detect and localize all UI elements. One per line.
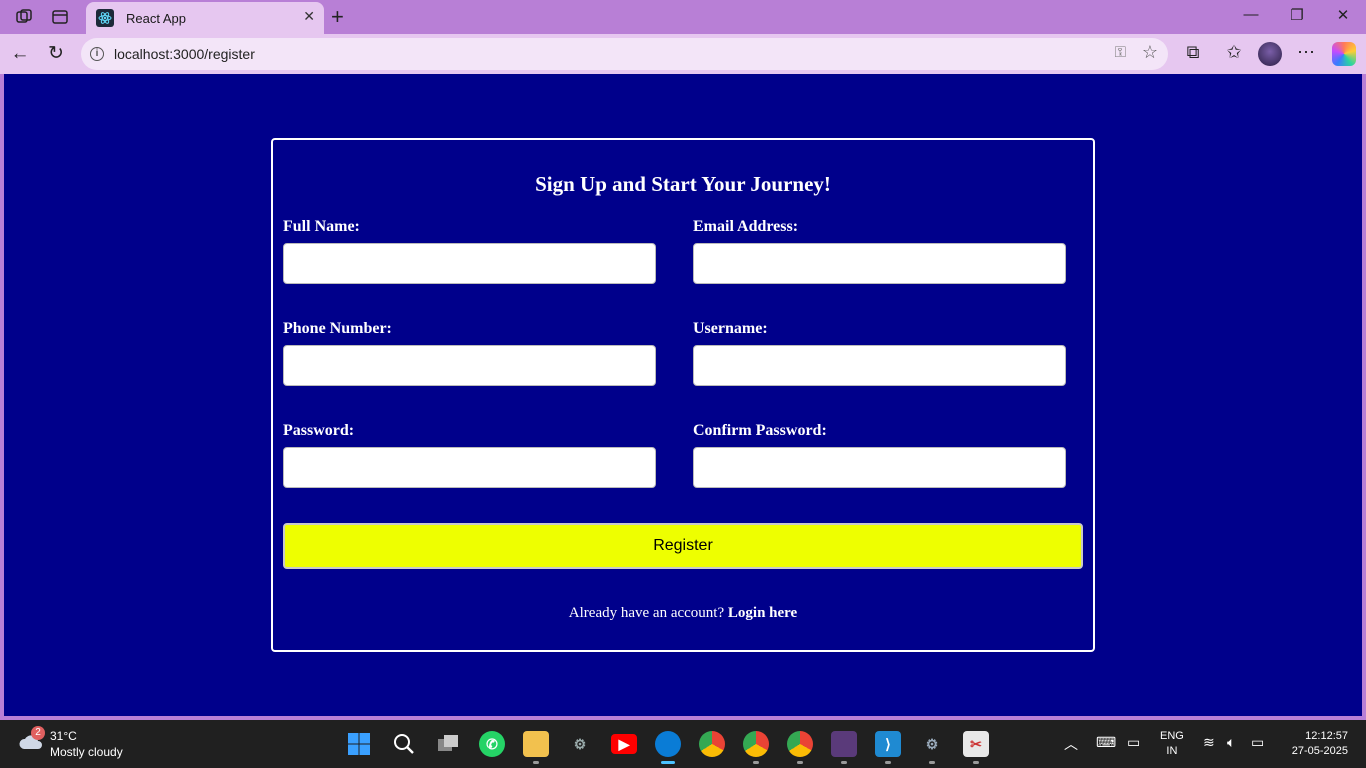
weather-badge: 2 bbox=[31, 726, 45, 740]
confirm-password-input[interactable] bbox=[693, 447, 1066, 488]
wifi-icon[interactable]: ≋ bbox=[1203, 734, 1215, 751]
site-info-icon[interactable]: i bbox=[90, 47, 104, 61]
url-text[interactable]: localhost:3000/register bbox=[114, 46, 255, 62]
settings-app-icon[interactable]: ⚙ bbox=[919, 731, 945, 764]
windows-taskbar: 2 31°C Mostly cloudy ✆ ⚙ ▶ ⟩ ⚙ ✂ ︿ ⌨ ▭ E… bbox=[0, 720, 1366, 768]
youtube-icon[interactable]: ▶ bbox=[611, 734, 637, 754]
whatsapp-icon[interactable]: ✆ bbox=[479, 731, 505, 757]
volume-icon[interactable]: 🔈︎ bbox=[1227, 734, 1235, 751]
page-viewport: Sign Up and Start Your Journey! Full Nam… bbox=[4, 74, 1362, 716]
username-label: Username: bbox=[693, 320, 768, 337]
favorite-star-icon[interactable]: ☆ bbox=[1142, 42, 1158, 63]
temperature[interactable]: 31°C bbox=[50, 729, 77, 743]
confirm-password-label: Confirm Password: bbox=[693, 422, 827, 439]
password-input[interactable] bbox=[283, 447, 656, 488]
profile-avatar[interactable] bbox=[1258, 42, 1282, 66]
language-indicator[interactable]: ENG IN bbox=[1160, 729, 1184, 759]
edge-browser-icon[interactable] bbox=[655, 731, 681, 764]
search-icon[interactable] bbox=[391, 731, 417, 757]
browser-titlebar: React App ✕ + — ❐ ✕ bbox=[0, 0, 1366, 34]
snipping-tool-icon[interactable]: ✂ bbox=[963, 731, 989, 764]
system-clock[interactable]: 12:12:57 27-05-2025 bbox=[1282, 729, 1348, 759]
time: 12:12:57 bbox=[1305, 730, 1348, 742]
browser-toolbar: ← ↻ i localhost:3000/register ⚿ ☆ ⧉ ✩ ⋯ bbox=[0, 34, 1366, 74]
back-icon[interactable]: ← bbox=[8, 42, 32, 66]
phone-label: Phone Number: bbox=[283, 320, 392, 337]
react-favicon-icon bbox=[96, 9, 114, 27]
email-label: Email Address: bbox=[693, 218, 799, 235]
full-name-input[interactable] bbox=[283, 243, 656, 284]
phone-input[interactable] bbox=[283, 345, 656, 386]
address-bar[interactable]: i localhost:3000/register ⚿ ☆ bbox=[81, 38, 1168, 70]
battery-icon[interactable]: ▭ bbox=[1251, 734, 1264, 751]
new-tab-icon[interactable]: + bbox=[331, 4, 344, 30]
keyboard-icon[interactable]: ⌨ bbox=[1096, 734, 1116, 751]
chrome-profile-2-icon[interactable] bbox=[787, 731, 813, 764]
more-options-icon[interactable]: ⋯ bbox=[1294, 42, 1318, 63]
show-hidden-icons-icon[interactable]: ︿ bbox=[1064, 734, 1078, 754]
task-view-icon[interactable] bbox=[435, 731, 461, 757]
vscode-icon[interactable]: ⟩ bbox=[875, 731, 901, 764]
settings-gear-icon[interactable]: ⚙ bbox=[567, 731, 593, 757]
refresh-icon[interactable]: ↻ bbox=[44, 42, 68, 66]
minimize-icon[interactable]: — bbox=[1241, 6, 1261, 23]
tab-title: React App bbox=[126, 10, 186, 26]
form-heading: Sign Up and Start Your Journey! bbox=[535, 172, 831, 196]
start-menu-icon[interactable] bbox=[346, 731, 372, 757]
game-app-icon[interactable] bbox=[831, 731, 857, 764]
region-code: IN bbox=[1166, 745, 1178, 757]
chrome-icon[interactable] bbox=[699, 731, 725, 757]
restore-icon[interactable]: ❐ bbox=[1287, 6, 1307, 24]
register-form: Sign Up and Start Your Journey! Full Nam… bbox=[271, 138, 1095, 652]
file-explorer-icon[interactable] bbox=[523, 731, 549, 764]
close-tab-icon[interactable]: ✕ bbox=[303, 8, 315, 25]
tab-react-app[interactable]: React App ✕ bbox=[86, 2, 324, 34]
login-prompt-text: Already have an account? bbox=[568, 605, 725, 621]
password-key-icon[interactable]: ⚿ bbox=[1115, 44, 1126, 61]
login-prompt: Already have an account? Login here bbox=[273, 605, 1093, 622]
favorites-icon[interactable]: ✩ bbox=[1222, 42, 1246, 63]
login-link[interactable]: Login here bbox=[728, 605, 797, 621]
email-input[interactable] bbox=[693, 243, 1066, 284]
copilot-icon[interactable] bbox=[1332, 42, 1356, 66]
extensions-icon[interactable]: ⧉ bbox=[1181, 42, 1205, 63]
lang-code: ENG bbox=[1160, 730, 1184, 742]
weather-description[interactable]: Mostly cloudy bbox=[50, 745, 123, 759]
full-name-label: Full Name: bbox=[283, 218, 360, 235]
chrome-profile-icon[interactable] bbox=[743, 731, 769, 764]
close-window-icon[interactable]: ✕ bbox=[1333, 6, 1353, 24]
tab-actions-icon[interactable] bbox=[50, 7, 70, 27]
register-button[interactable]: Register bbox=[283, 523, 1083, 569]
password-label: Password: bbox=[283, 422, 355, 439]
pen-input-icon[interactable]: ▭ bbox=[1127, 734, 1140, 751]
date: 27-05-2025 bbox=[1291, 745, 1348, 757]
username-input[interactable] bbox=[693, 345, 1066, 386]
workspaces-icon[interactable] bbox=[14, 7, 34, 27]
